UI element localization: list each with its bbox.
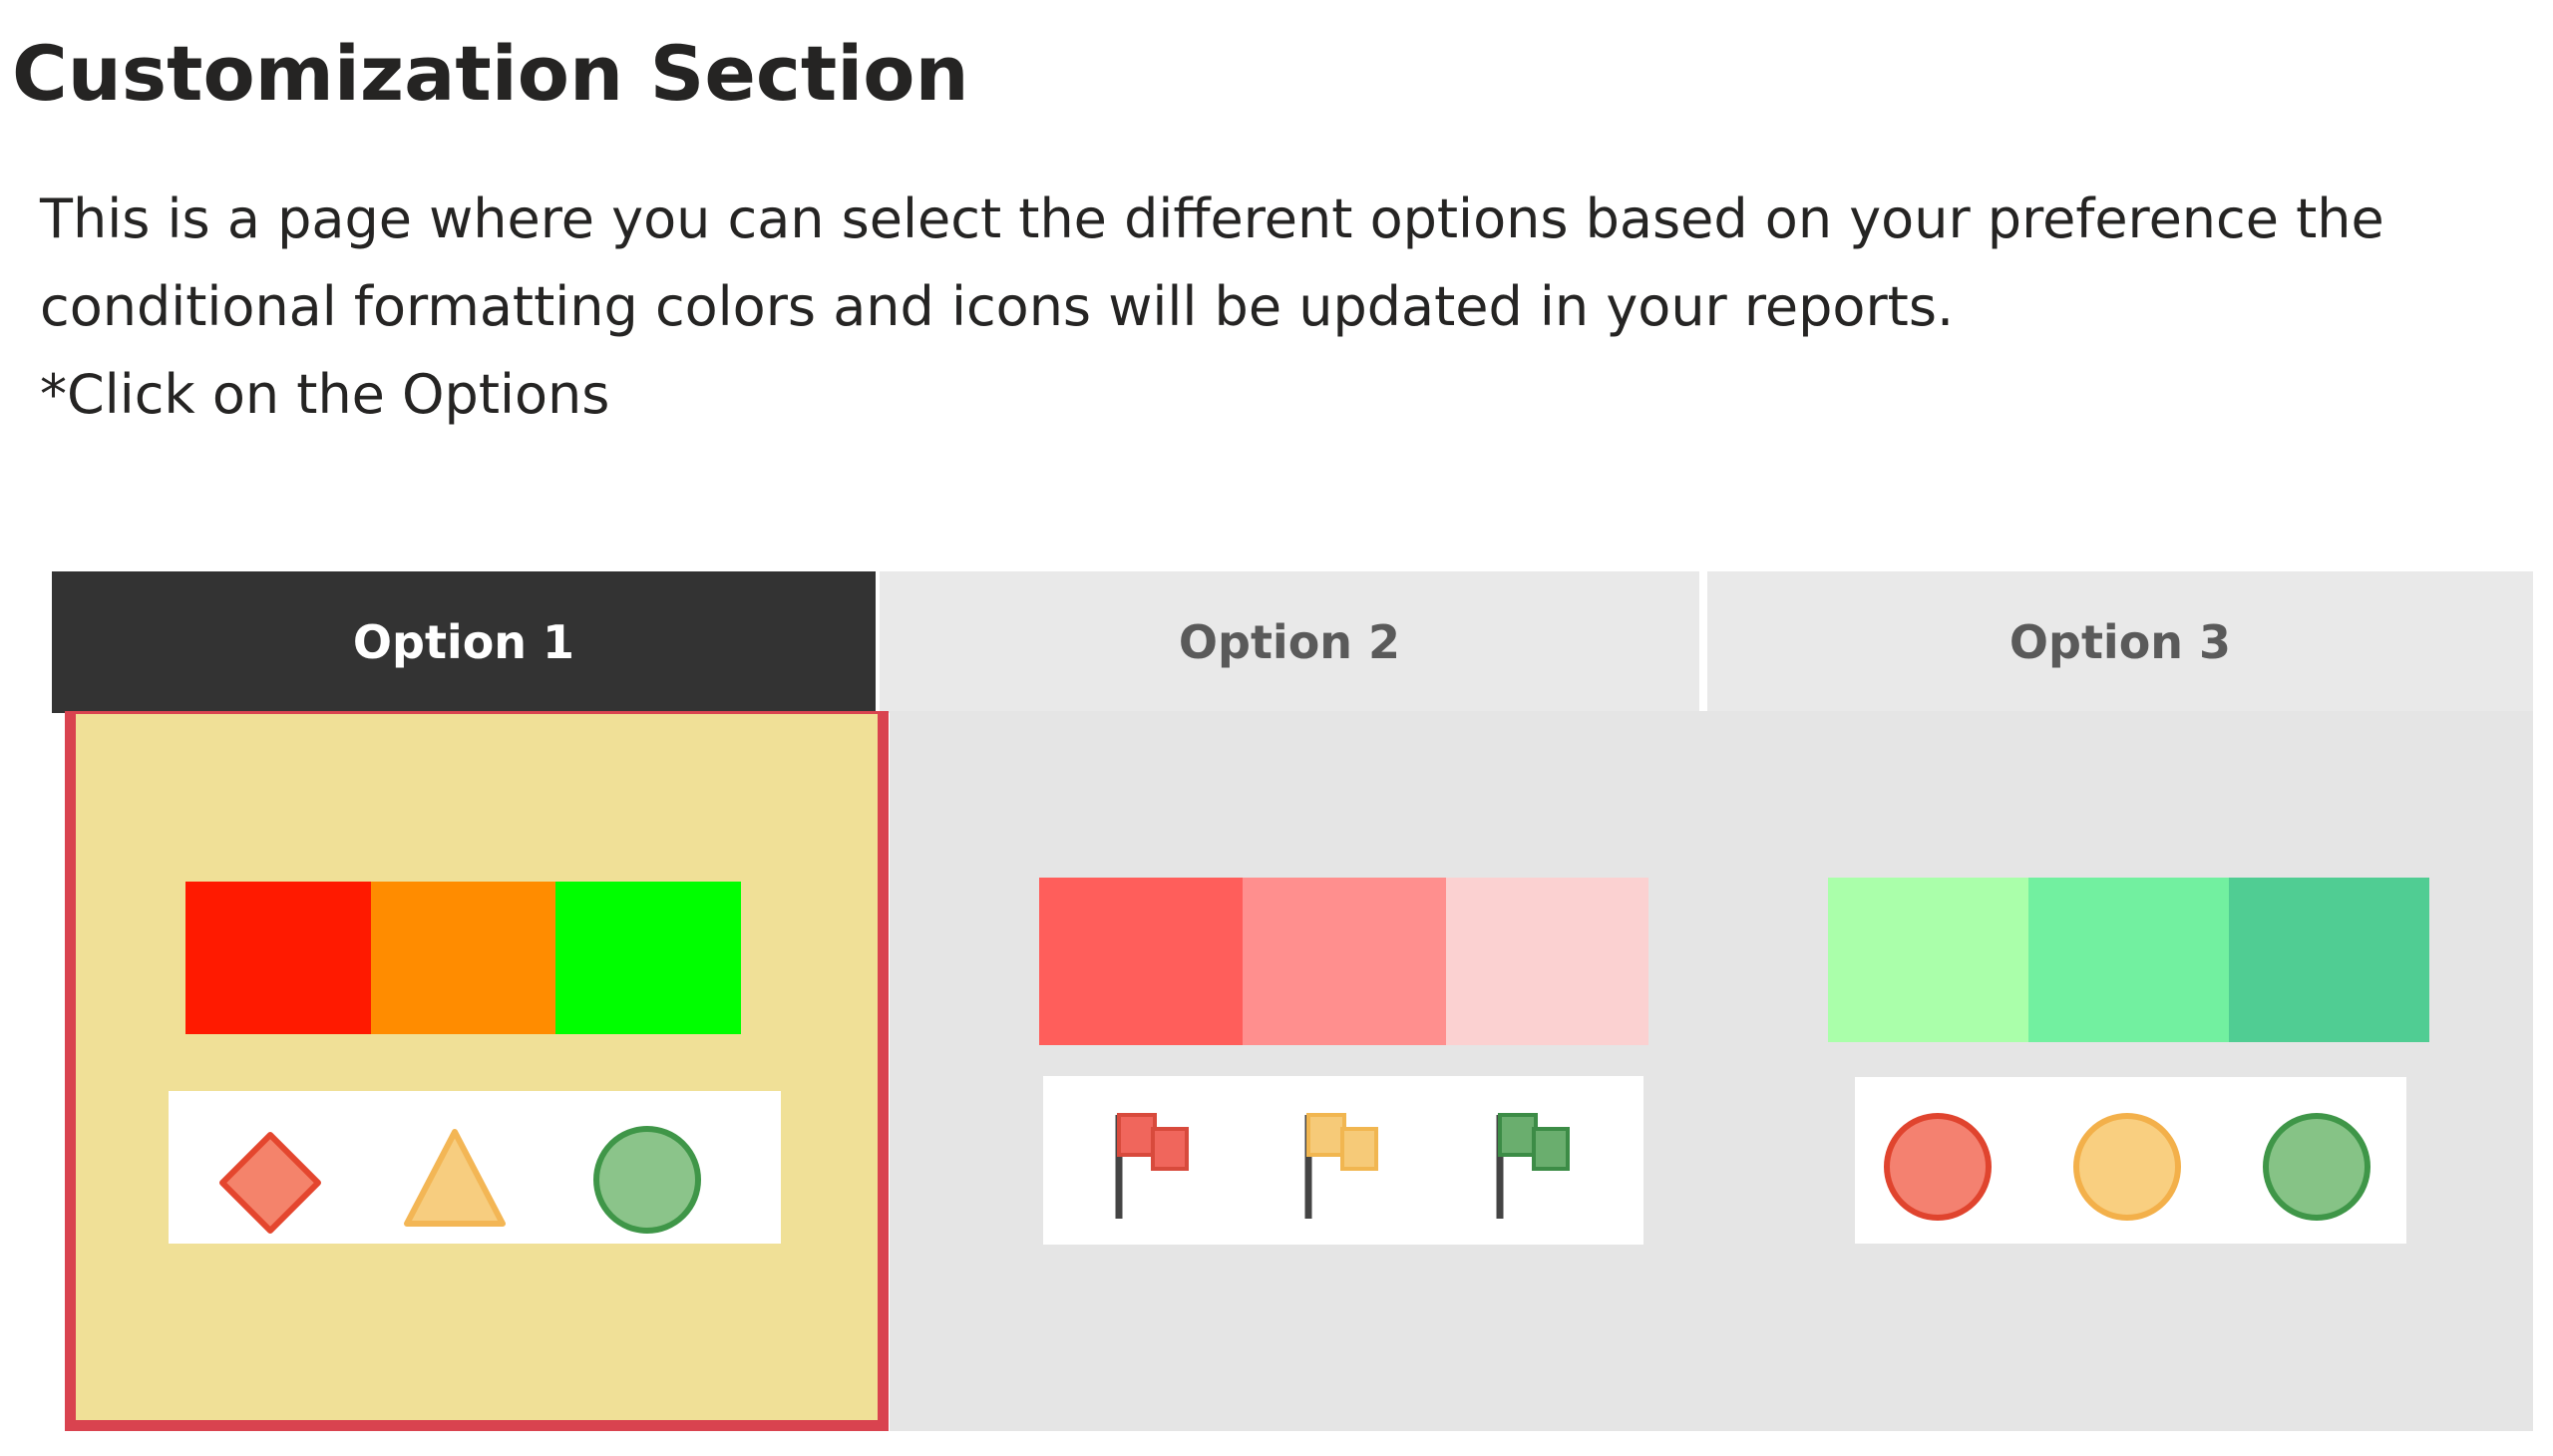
tab-label: Option 1 <box>352 615 575 669</box>
option-1-color-strip <box>185 882 741 1034</box>
triangle-icon <box>404 1129 506 1227</box>
option-2-panel[interactable] <box>890 711 1709 1431</box>
green-flag-icon <box>1496 1113 1570 1219</box>
tab-option-3[interactable]: Option 3 <box>1707 571 2533 713</box>
diamond-icon <box>219 1132 321 1234</box>
description-line: This is a page where you can select the … <box>40 187 2384 250</box>
option-3-color-strip <box>1828 878 2429 1042</box>
yellow-flag-icon <box>1304 1113 1378 1219</box>
color-swatch <box>2229 878 2429 1042</box>
option-1-panel[interactable] <box>65 711 889 1431</box>
circle-icon <box>593 1126 701 1234</box>
color-swatch <box>185 882 371 1034</box>
yellow-circle-icon <box>2073 1113 2181 1221</box>
page-description: This is a page where you can select the … <box>40 176 2533 439</box>
color-swatch <box>1828 878 2028 1042</box>
option-3-panel[interactable] <box>1709 711 2533 1431</box>
page-title: Customization Section <box>12 29 969 118</box>
green-circle-icon <box>2263 1113 2371 1221</box>
red-flag-icon <box>1115 1113 1189 1219</box>
color-swatch <box>371 882 555 1034</box>
color-swatch <box>2028 878 2229 1042</box>
options-tab-bar: Option 1 Option 2 Option 3 <box>52 571 2533 713</box>
color-swatch <box>555 882 741 1034</box>
option-1-icon-box <box>169 1091 781 1244</box>
description-line: *Click on the Options <box>40 363 610 426</box>
option-2-color-strip <box>1039 878 1648 1045</box>
tab-option-2[interactable]: Option 2 <box>880 571 1699 713</box>
tab-label: Option 3 <box>2008 615 2232 669</box>
tab-label: Option 2 <box>1178 615 1401 669</box>
red-circle-icon <box>1884 1113 1992 1221</box>
tab-option-1[interactable]: Option 1 <box>52 571 876 713</box>
color-swatch <box>1446 878 1648 1045</box>
color-swatch <box>1039 878 1243 1045</box>
description-line: conditional formatting colors and icons … <box>40 275 1955 338</box>
color-swatch <box>1243 878 1446 1045</box>
